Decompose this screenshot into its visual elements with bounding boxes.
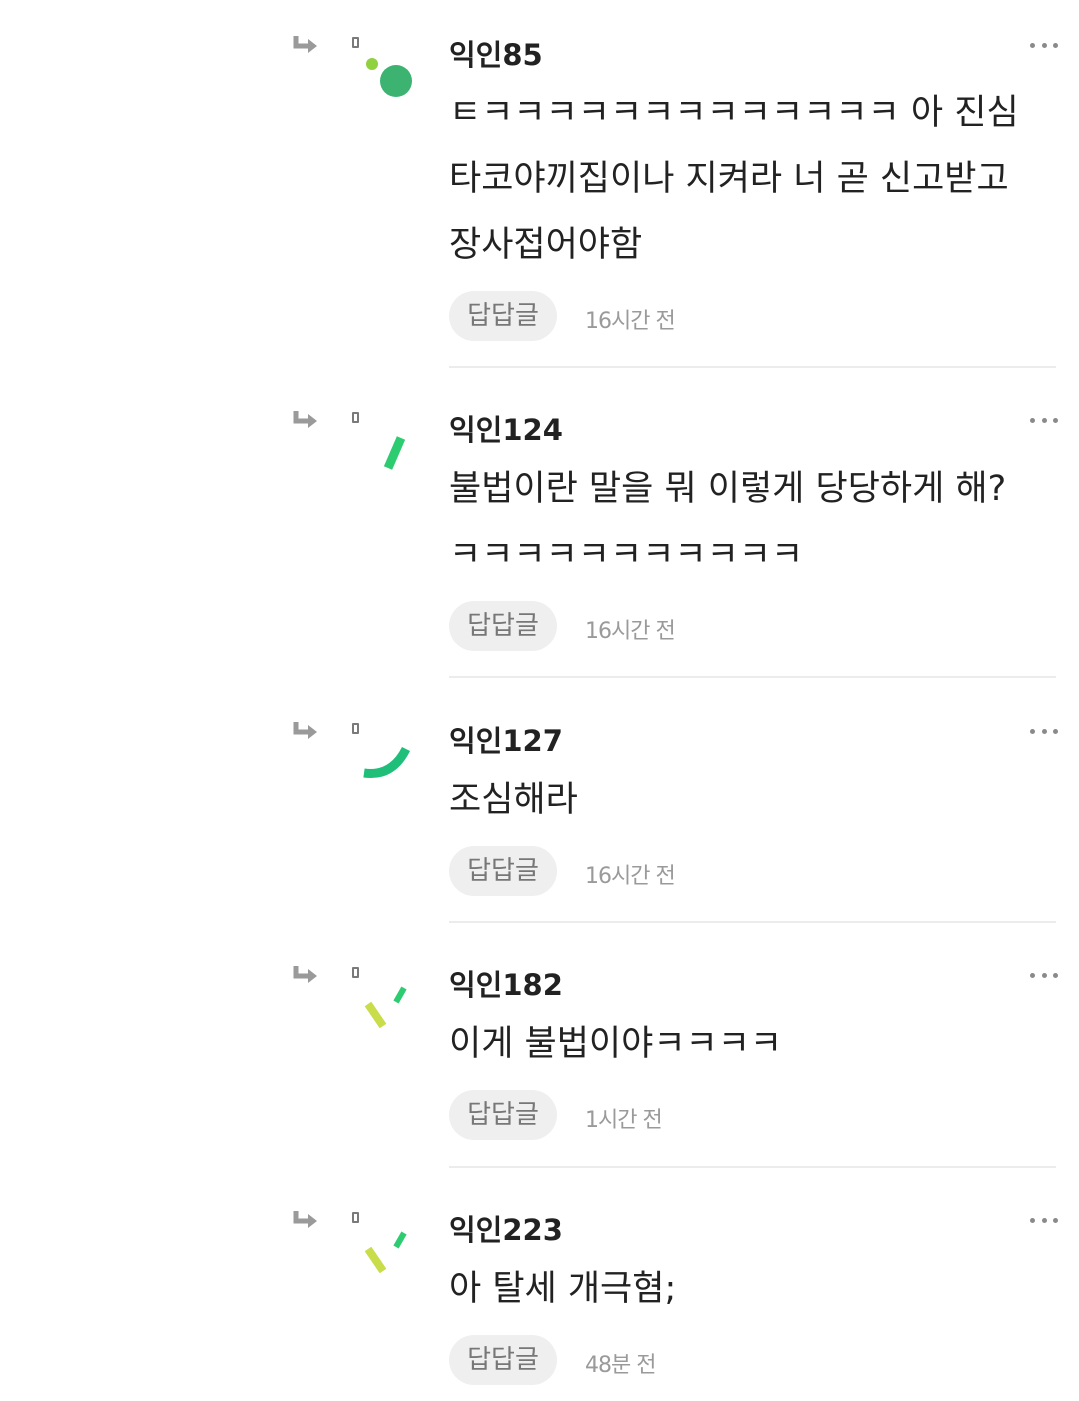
- avatar[interactable]: [356, 52, 420, 116]
- avatar[interactable]: [356, 980, 420, 1044]
- avatar[interactable]: [356, 428, 420, 492]
- reply-button[interactable]: 답답글: [449, 1335, 557, 1385]
- comment-author: 익인85: [449, 38, 543, 72]
- divider: [449, 676, 1056, 678]
- divider: [449, 1166, 1056, 1168]
- mark-icon: [352, 967, 359, 978]
- avatar[interactable]: [356, 1225, 420, 1289]
- reply-button[interactable]: 답답글: [449, 601, 557, 651]
- comment-time: 16시간 전: [585, 619, 676, 644]
- mark-icon: [352, 1212, 359, 1223]
- comment-line: 이게 불법이야ㅋㅋㅋㅋ: [449, 1024, 783, 1064]
- comment-author: 익인182: [449, 968, 563, 1002]
- comment-time: 16시간 전: [585, 309, 676, 334]
- mark-icon: [352, 723, 359, 734]
- comment-line: ㅌㅋㅋㅋㅋㅋㅋㅋㅋㅋㅋㅋㅋㅋ 아 진심: [449, 93, 1019, 133]
- divider: [449, 921, 1056, 923]
- comment-author: 익인124: [449, 413, 563, 447]
- comment-line: 아 탈세 개극혐;: [449, 1269, 677, 1309]
- comment-line: 불법이란 말을 뭐 이렇게 당당하게 해?: [449, 469, 1007, 509]
- comment-author: 익인127: [449, 724, 563, 758]
- reply-arrow-icon: [293, 1211, 317, 1228]
- more-options-icon[interactable]: [1030, 415, 1058, 425]
- comment-author: 익인223: [449, 1213, 563, 1247]
- reply-arrow-icon: [293, 722, 317, 739]
- more-options-icon[interactable]: [1030, 726, 1058, 736]
- comment-time: 1시간 전: [585, 1108, 663, 1133]
- reply-button[interactable]: 답답글: [449, 846, 557, 896]
- reply-button[interactable]: 답답글: [449, 291, 557, 341]
- avatar[interactable]: [356, 735, 420, 799]
- comment-time: 48분 전: [585, 1353, 656, 1378]
- comment-line: 장사접어야함: [449, 225, 643, 265]
- more-options-icon[interactable]: [1030, 970, 1058, 980]
- reply-arrow-icon: [293, 966, 317, 983]
- reply-arrow-icon: [293, 411, 317, 428]
- mark-icon: [352, 412, 359, 423]
- more-options-icon[interactable]: [1030, 1215, 1058, 1225]
- reply-arrow-icon: [293, 36, 317, 53]
- more-options-icon[interactable]: [1030, 40, 1058, 50]
- comment-time: 16시간 전: [585, 864, 676, 889]
- mark-icon: [352, 37, 359, 48]
- comment-line: 타코야끼집이나 지켜라 너 곧 신고받고: [449, 159, 1009, 199]
- reply-button[interactable]: 답답글: [449, 1090, 557, 1140]
- comment-line: 조심해라: [449, 780, 578, 820]
- comment-line: ㅋㅋㅋㅋㅋㅋㅋㅋㅋㅋㅋ: [449, 535, 804, 575]
- divider: [449, 366, 1056, 368]
- comment-thread: 익인85 ㅌㅋㅋㅋㅋㅋㅋㅋㅋㅋㅋㅋㅋㅋ 아 진심 타코야끼집이나 지켜라 너 곧…: [0, 0, 1079, 1401]
